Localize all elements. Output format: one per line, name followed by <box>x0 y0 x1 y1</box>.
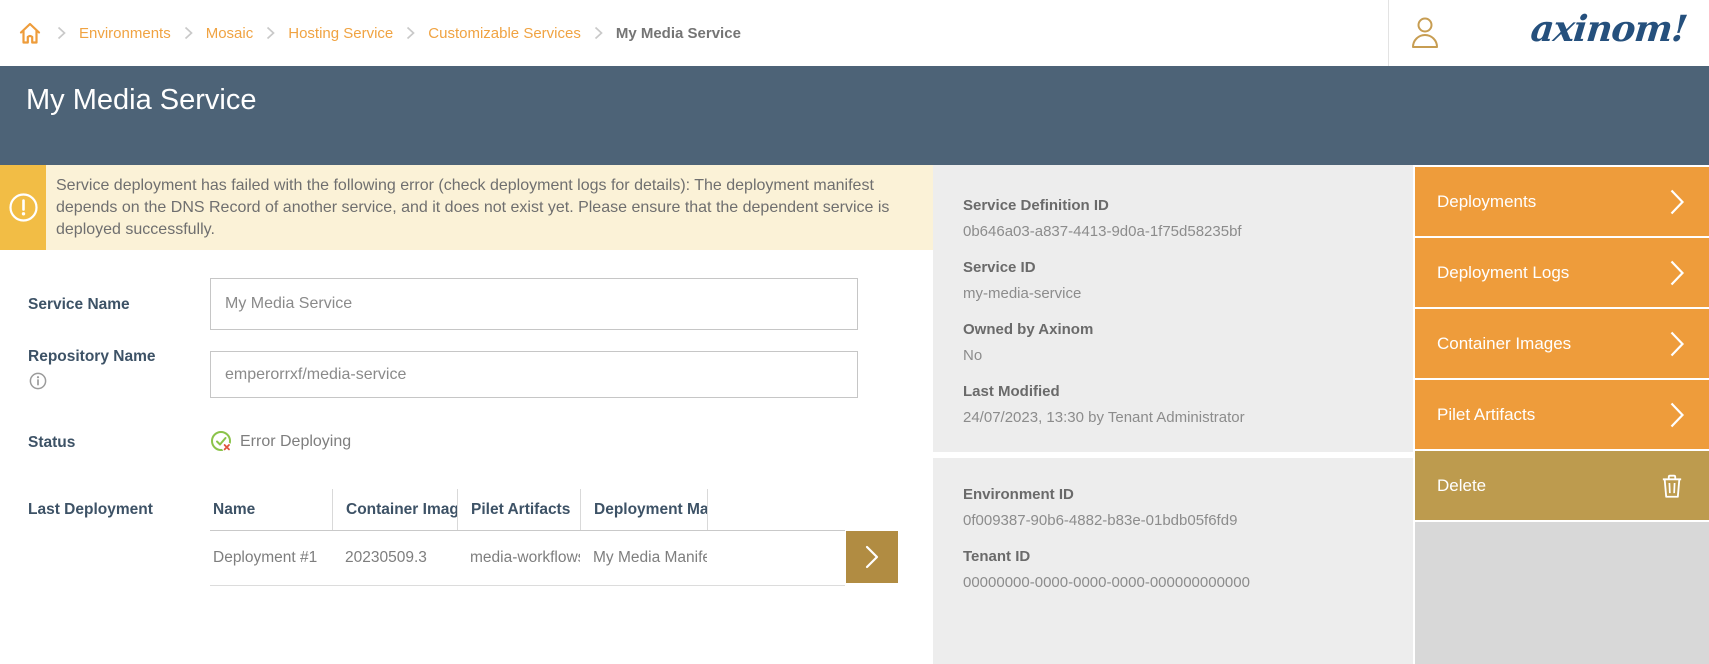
trash-icon <box>1659 472 1685 500</box>
breadcrumb-item-customizable-services[interactable]: Customizable Services <box>428 25 581 42</box>
user-icon[interactable] <box>1409 15 1441 51</box>
table-header-deployment-manifest: Deployment Ma… <box>580 489 707 530</box>
chevron-right-icon <box>1669 330 1685 358</box>
page-title: My Media Service <box>26 84 256 117</box>
topbar: Environments Mosaic Hosting Service Cust… <box>0 0 1709 66</box>
container-images-button[interactable]: Container Images <box>1415 309 1709 378</box>
chevron-right-icon <box>57 26 66 40</box>
status-value-row: Error Deploying <box>210 430 351 453</box>
container-images-button-label: Container Images <box>1437 334 1571 354</box>
breadcrumb-item-mosaic[interactable]: Mosaic <box>206 25 254 42</box>
warning-banner-strip <box>0 165 46 250</box>
pilet-artifacts-button[interactable]: Pilet Artifacts <box>1415 380 1709 449</box>
app-window: Environments Mosaic Hosting Service Cust… <box>0 0 1709 664</box>
details-section-environment: Environment ID 0f009387-90b6-4882-b83e-0… <box>933 458 1413 664</box>
axinom-logo: axinom! <box>1529 8 1689 50</box>
detail-label: Service ID <box>963 258 1393 278</box>
alert-circle-icon <box>8 192 39 223</box>
pilet-artifacts-button-label: Pilet Artifacts <box>1437 405 1535 425</box>
detail-label: Environment ID <box>963 485 1393 505</box>
cell-pilet-artifacts: media-workflows@… <box>457 549 580 567</box>
table-header-actions <box>707 489 845 530</box>
warning-banner-text: Service deployment has failed with the f… <box>46 165 933 250</box>
actions-panel-footer <box>1415 522 1709 664</box>
deployment-logs-button[interactable]: Deployment Logs <box>1415 238 1709 307</box>
chevron-right-icon <box>406 26 415 40</box>
table-header-pilet-artifacts: Pilet Artifacts <box>457 489 580 530</box>
breadcrumb-current: My Media Service <box>616 25 741 42</box>
deployment-logs-button-label: Deployment Logs <box>1437 263 1569 283</box>
topbar-divider <box>1388 0 1389 66</box>
chevron-right-icon <box>1669 401 1685 429</box>
breadcrumb: Environments Mosaic Hosting Service Cust… <box>16 0 741 66</box>
deployments-button-label: Deployments <box>1437 192 1536 212</box>
cell-name: Deployment #1 <box>210 549 332 567</box>
repository-name-label: Repository Name <box>28 348 155 366</box>
delete-button-label: Delete <box>1437 476 1486 496</box>
delete-button[interactable]: Delete <box>1415 451 1709 520</box>
detail-value: 00000000-0000-0000-0000-000000000000 <box>963 573 1393 593</box>
chevron-right-icon <box>1669 188 1685 216</box>
breadcrumb-item-environments[interactable]: Environments <box>79 25 171 42</box>
page-header: My Media Service <box>0 66 1709 165</box>
cell-deployment-manifest: My Media Manifest… <box>580 549 707 567</box>
status-label: Status <box>28 434 75 452</box>
detail-label: Service Definition ID <box>963 196 1393 216</box>
detail-value: 24/07/2023, 13:30 by Tenant Administrato… <box>963 408 1393 428</box>
row-open-button[interactable] <box>846 531 898 583</box>
chevron-right-icon <box>594 26 603 40</box>
chevron-right-icon <box>865 545 879 569</box>
service-name-input[interactable] <box>210 278 858 330</box>
chevron-right-icon <box>266 26 275 40</box>
table-header-name: Name <box>210 489 332 530</box>
detail-label: Tenant ID <box>963 547 1393 567</box>
details-section-service: Service Definition ID 0b646a03-a837-4413… <box>933 165 1413 452</box>
warning-banner: Service deployment has failed with the f… <box>0 165 933 250</box>
breadcrumb-item-hosting-service[interactable]: Hosting Service <box>288 25 393 42</box>
table-header-row: Name Container Image… Pilet Artifacts De… <box>210 489 845 531</box>
home-icon[interactable] <box>16 19 44 47</box>
detail-value: my-media-service <box>963 284 1393 304</box>
repository-name-input[interactable] <box>210 351 858 398</box>
detail-value: 0f009387-90b6-4882-b83e-01bdb05f6fd9 <box>963 511 1393 531</box>
info-icon[interactable] <box>29 372 47 390</box>
service-name-label: Service Name <box>28 296 130 314</box>
chevron-right-icon <box>184 26 193 40</box>
status-value: Error Deploying <box>240 433 351 451</box>
table-header-container-image: Container Image… <box>332 489 457 530</box>
detail-value: 0b646a03-a837-4413-9d0a-1f75d58235bf <box>963 222 1393 242</box>
deployments-button[interactable]: Deployments <box>1415 167 1709 236</box>
check-circle-error-icon <box>210 430 233 453</box>
chevron-right-icon <box>1669 259 1685 287</box>
detail-label: Last Modified <box>963 382 1393 402</box>
table-row[interactable]: Deployment #1 20230509.3 media-workflows… <box>210 531 845 586</box>
deployments-table: Name Container Image… Pilet Artifacts De… <box>210 489 845 586</box>
last-deployment-label: Last Deployment <box>28 501 153 519</box>
cell-container-image: 20230509.3 <box>332 549 457 567</box>
detail-value: No <box>963 346 1393 366</box>
actions-panel: Deployments Deployment Logs Container Im… <box>1415 167 1709 522</box>
detail-label: Owned by Axinom <box>963 320 1393 340</box>
